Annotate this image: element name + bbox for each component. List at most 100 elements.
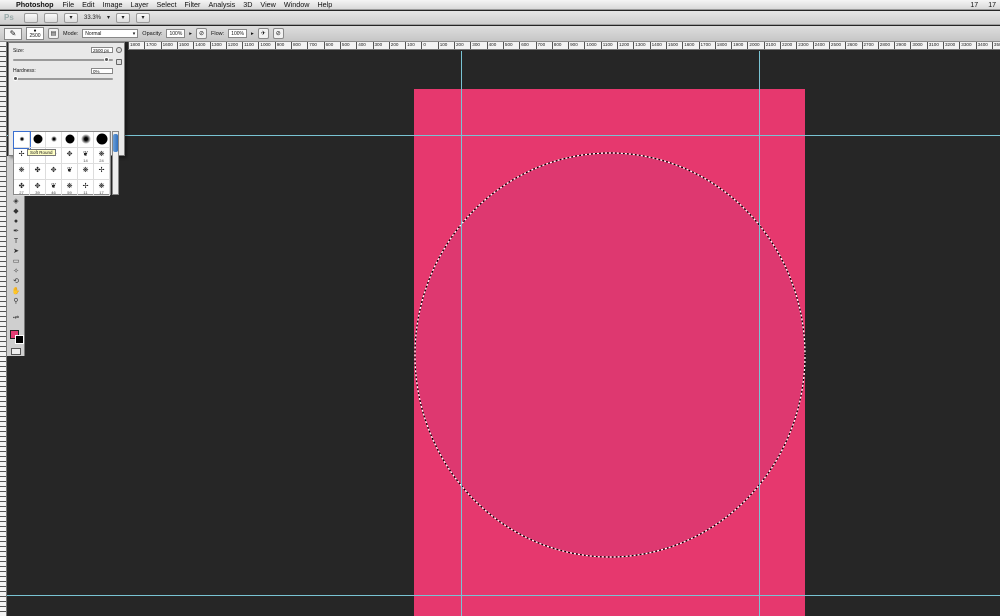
app-menu[interactable]: Photoshop [16,0,54,9]
brush-preset-cell[interactable]: ❦ [62,164,78,180]
opacity-field[interactable]: 100% [166,29,186,38]
menu-filter[interactable]: Filter [184,0,200,9]
menu-help[interactable]: Help [317,0,332,9]
hardness-field[interactable]: 0% [91,68,113,74]
ruler-tick-label: 1700 [144,42,157,49]
brush-preset-cell[interactable]: ✥ [62,148,78,164]
brush-tip-icon: ✢ [18,150,25,158]
brush-preset-cell[interactable]: ✢ [94,164,110,180]
brush-preset-cell[interactable]: ❋ [78,164,94,180]
flow-field[interactable]: 100% [228,29,247,38]
brush-preset-cell[interactable] [46,132,62,148]
brush-preset-cell[interactable] [62,132,78,148]
brush-preset-cell[interactable]: ❋ 24 [94,148,110,164]
airbrush-toggle[interactable]: ✈ [257,28,269,39]
picker-menu-icon[interactable] [116,47,122,53]
3d-rotate-icon[interactable]: ✧ [10,268,22,276]
hardness-slider-track[interactable] [13,78,113,80]
arrange-icon: ▾ [121,15,125,21]
menu-file[interactable]: File [63,0,75,9]
type-icon[interactable]: T [10,238,22,246]
ruler-tick-label: 3100 [926,42,939,49]
status-item-2[interactable]: 17 [988,2,996,9]
tool-preset-picker[interactable]: ✎ [4,27,22,40]
ruler-tick-label: 800 [551,42,561,49]
pen-pressure-icon: ⊘ [199,31,205,37]
brush-preset-cell[interactable]: ❦ 46 [46,180,62,196]
brush-preset-cell[interactable]: ❋ [14,164,30,180]
mini-bridge-button[interactable] [44,12,58,23]
brush-preset-cell[interactable]: ✢ 11 [78,180,94,196]
elliptical-selection[interactable] [414,152,806,558]
brush-preset-cell[interactable]: ✥ [46,164,62,180]
pen-icon[interactable]: ✒ [10,228,22,236]
brush-preset-picker-button[interactable]: ● 2500 [26,27,44,40]
view-extras-button[interactable]: ▾ [64,12,78,23]
ruler-tick-label: 3000 [910,42,923,49]
ruler-tick-label: 2900 [894,42,906,49]
menu-analysis[interactable]: Analysis [208,0,235,9]
preset-scrollbar[interactable] [112,131,119,195]
menu-image[interactable]: Image [103,0,123,9]
pressure-opacity-toggle[interactable]: ⊘ [196,28,208,39]
pressure-size-toggle[interactable]: ⊘ [272,28,284,39]
menu-select[interactable]: Select [156,0,176,9]
ruler-tick-label: 2000 [747,42,760,49]
new-preset-icon[interactable] [116,59,122,65]
screen-mode-button[interactable]: ▾ [136,12,151,23]
brush-preset-size: 39 [35,190,40,195]
brush-preset-cell[interactable] [78,132,94,148]
brush-preset-cell[interactable] [13,131,31,149]
size-slider-handle[interactable] [104,57,110,62]
3d-orbit-icon[interactable]: ⟲ [10,278,22,286]
zoom-dropdown-icon[interactable]: ▾ [107,14,110,21]
menu-layer[interactable]: Layer [131,0,149,9]
quick-mask-button[interactable] [11,348,21,355]
zoom-level[interactable]: 33.3% [84,15,101,21]
arrange-documents-button[interactable]: ▾ [116,12,131,23]
blur-icon[interactable]: ◆ [10,208,22,216]
path-selection-icon[interactable]: ➤ [10,248,22,256]
menu-view[interactable]: View [260,0,275,9]
size-field[interactable]: 2500 px [91,47,113,53]
vertical-ruler[interactable] [0,42,7,616]
bridge-button[interactable] [24,12,38,23]
shape-icon[interactable]: ▭ [10,258,22,266]
brush-preset-cell[interactable]: ✤ [30,164,46,180]
paint-bucket-icon[interactable]: ◈ [10,198,22,206]
flow-dropdown-icon[interactable]: ▸ [251,31,254,37]
brush-preset-grid: ✢❋✤✥❦14❋24❋✤✥❦❋✢✤27✥39❦46❋59✢11❋17 [13,131,111,196]
brush-preset-cell[interactable]: ❦ 14 [78,148,94,164]
horizontal-guide-1[interactable] [7,135,1000,136]
mode-select[interactable]: Normal ▾ [82,29,139,38]
status-item-1[interactable]: 17 [970,2,978,9]
ruler-tick-label: 2300 [796,42,809,49]
ruler-tick-label: 1000 [584,42,597,49]
dodge-icon[interactable]: ● [10,218,22,226]
ruler-tick-label: 700 [307,42,317,49]
horizontal-ruler[interactable]: 1800 1700 1600 1500 1400 1300 1200 1100 1000 900 8… [128,42,1000,50]
brush-preset-cell[interactable]: ❋ 17 [94,180,110,196]
ruler-tick-label: 1500 [665,42,678,49]
brush-panel-toggle[interactable]: ▤ [48,28,59,39]
default-colors-icon[interactable]: ▪⇄ [10,314,22,322]
brush-preset-cell[interactable]: ✥ 39 [30,180,46,196]
brush-preset-cell[interactable]: ❋ 59 [62,180,78,196]
brush-preset-cell[interactable] [30,132,46,148]
menu-edit[interactable]: Edit [82,0,94,9]
brush-tooltip: Soft Round [27,149,56,156]
preset-scrollbar-thumb[interactable] [113,134,118,152]
zoom-icon[interactable]: ⚲ [10,298,22,306]
brush-preset-cell[interactable]: ✤ 27 [14,180,30,196]
menu-window[interactable]: Window [284,0,310,9]
brush-preset-cell[interactable] [94,132,110,148]
mode-label: Mode: [63,30,79,37]
menu-3d[interactable]: 3D [243,0,252,9]
horizontal-guide-2[interactable] [7,595,1000,596]
background-color-swatch[interactable] [15,335,24,344]
hand-icon[interactable]: ✋ [10,288,22,296]
size-slider-track[interactable] [13,59,113,61]
hardness-slider-handle[interactable] [13,76,18,81]
brush-preset-size: 14 [83,158,88,163]
opacity-dropdown-icon[interactable]: ▸ [189,31,192,37]
